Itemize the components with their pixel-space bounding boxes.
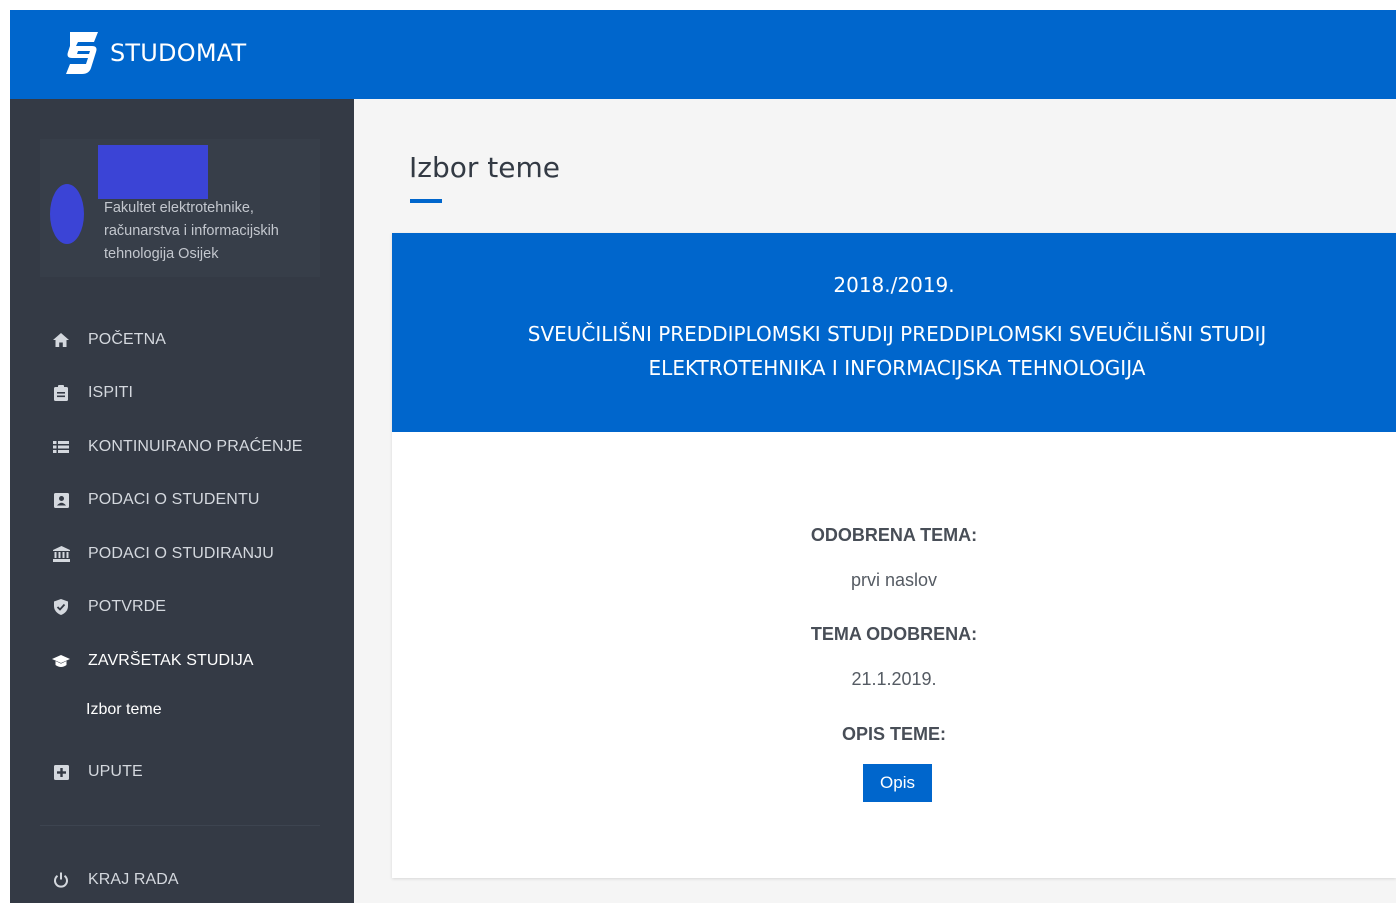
approved-date-label: TEMA ODOBRENA: [810, 624, 978, 644]
sidebar: Fakultet elektrotehnike, računarstva i i… [10, 99, 354, 903]
approved-date-value: 21.1.2019. [851, 669, 937, 689]
sidebar-item-pocetna[interactable]: POČETNA [10, 320, 354, 360]
topic-card: 2018./2019. SVEUČILIŠNI PREDDIPLOMSKI ST… [392, 233, 1396, 878]
faculty-name: Fakultet elektrotehnike, računarstva i i… [104, 200, 279, 262]
description-label: OPIS TEME: [841, 724, 946, 744]
logout-label: KRAJ RADA [88, 871, 179, 888]
card-header: 2018./2019. SVEUČILIŠNI PREDDIPLOMSKI ST… [392, 233, 1396, 432]
approved-topic-label: ODOBRENA TEMA: [810, 525, 978, 545]
university-icon [52, 546, 70, 562]
sidebar-item-podaci-o-studentu[interactable]: PODACI O STUDENTU [10, 480, 354, 520]
sidebar-item-podaci-o-studiranju[interactable]: PODACI O STUDIRANJU [10, 534, 354, 574]
page-title: Izbor teme [409, 151, 560, 184]
sidebar-item-label: PODACI O STUDENTU [88, 491, 260, 508]
power-icon [52, 872, 70, 888]
plus-square-icon [52, 764, 70, 780]
profile-card: Fakultet elektrotehnike, računarstva i i… [40, 139, 320, 277]
top-bar: STUDOMAT [10, 10, 1396, 99]
sidebar-item-label: PODACI O STUDIRANJU [88, 545, 274, 562]
sidebar-item-potvrde[interactable]: POTVRDE [10, 587, 354, 627]
id-card-icon [52, 492, 70, 508]
sidebar-item-label: KONTINUIRANO PRAĆENJE [88, 438, 303, 455]
sidebar-item-label: POČETNA [88, 331, 167, 348]
clipboard-icon [52, 385, 70, 401]
home-icon [52, 332, 70, 348]
main-content: Izbor teme 2018./2019. SVEUČILIŠNI PREDD… [354, 99, 1396, 903]
brand-name: STUDOMAT [110, 39, 247, 67]
sidebar-item-ispiti[interactable]: ISPITI [10, 373, 354, 413]
opis-button[interactable]: Opis [863, 764, 932, 802]
logout-button[interactable]: KRAJ RADA [10, 860, 354, 900]
title-underline [410, 199, 442, 203]
approved-topic-value: prvi naslov [850, 570, 938, 590]
app-window: STUDOMAT Fakultet elektrotehnike, računa… [10, 10, 1396, 903]
sidebar-subitem-izbor-teme[interactable]: Izbor teme [86, 698, 162, 722]
sidebar-item-label: POTVRDE [88, 598, 167, 615]
sidebar-item-label: UPUTE [88, 763, 143, 780]
study-program: SVEUČILIŠNI PREDDIPLOMSKI STUDIJ PREDDIP… [527, 322, 1267, 380]
graduation-cap-icon [52, 653, 70, 669]
academic-year: 2018./2019. [833, 273, 955, 297]
sidebar-item-label: ISPITI [88, 384, 134, 401]
sidebar-item-kontinuirano-pracenje[interactable]: KONTINUIRANO PRAĆENJE [10, 427, 354, 467]
redacted-user-name [98, 145, 208, 199]
shield-icon [52, 599, 70, 615]
list-icon [52, 439, 70, 455]
brand-link[interactable]: STUDOMAT [64, 28, 246, 78]
sidebar-item-zavrsetak-studija[interactable]: ZAVRŠETAK STUDIJA [10, 641, 354, 681]
sidebar-item-label: ZAVRŠETAK STUDIJA [88, 652, 254, 669]
studomat-logo-icon [66, 32, 98, 74]
avatar [50, 184, 84, 244]
sidebar-item-upute[interactable]: UPUTE [10, 752, 354, 792]
sidebar-divider [40, 825, 320, 826]
